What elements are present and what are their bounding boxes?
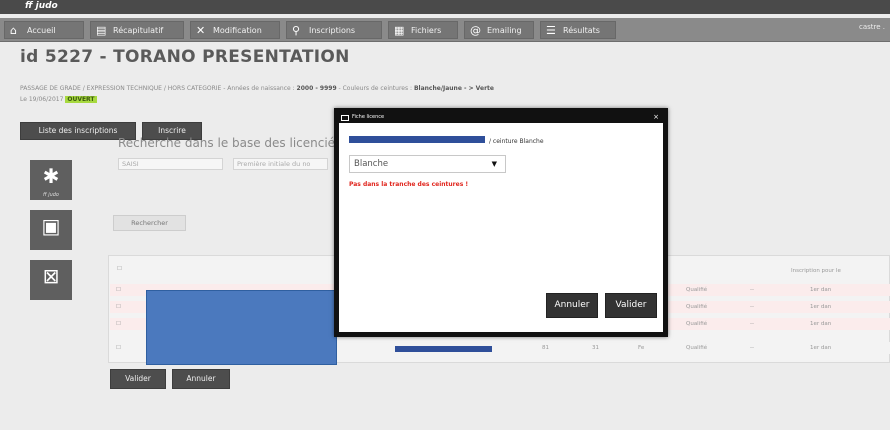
tile-caption: ff judo — [43, 192, 59, 198]
grid-header-inscription: Inscription pour le — [791, 268, 841, 274]
grid-checkbox[interactable]: ☐ — [117, 266, 122, 272]
dialog-validate-button[interactable]: Valider — [605, 293, 657, 318]
search-input-firstname[interactable]: Première initiale du no — [233, 158, 328, 170]
row-checkbox[interactable]: ☐ — [116, 321, 121, 327]
search-input-name[interactable]: SAISI — [118, 158, 223, 170]
close-icon[interactable]: × — [653, 113, 659, 122]
row-status[interactable]: Qualifié — [686, 345, 707, 351]
row-value-3: Fe — [638, 345, 645, 351]
row-grade: 1er dan — [810, 304, 832, 310]
nav-label: Inscriptions — [309, 26, 356, 35]
redaction-box — [146, 290, 337, 365]
row-checkbox[interactable]: ☐ — [116, 287, 121, 293]
row-status[interactable]: Qualifié — [686, 287, 707, 293]
files-icon: ▦ — [394, 24, 405, 37]
brand-logo: ff judo — [25, 1, 58, 11]
status-badge: OUVERT — [65, 96, 97, 103]
belt-warning: Pas dans la tranche des ceintures ! — [349, 181, 469, 188]
results-icon: ☰ — [546, 24, 556, 37]
dropdown-caret-icon: ▼ — [491, 160, 497, 168]
nav-label: Accueil — [27, 26, 56, 35]
row-grade: 1er dan — [810, 321, 832, 327]
dialog-cancel-button[interactable]: Annuler — [546, 293, 598, 318]
nav-label: Fichiers — [411, 26, 442, 35]
nav-fichiers[interactable]: ▦ Fichiers — [388, 21, 458, 39]
dialog-licencee-text: / ceinture Blanche — [489, 138, 544, 145]
judo-logo-icon: ✱ — [42, 164, 60, 188]
grid-validate-button[interactable]: Valider — [110, 369, 166, 389]
page-title: id 5227 - TORANO PRESENTATION — [20, 47, 350, 67]
redaction-box — [395, 346, 492, 352]
nav-label: Modification — [213, 26, 262, 35]
search-button[interactable]: Rechercher — [113, 215, 186, 231]
nav-recapitulatif[interactable]: ▤ Récapitulatif — [90, 21, 184, 39]
judo-logo-tile[interactable]: ✱ ff judo — [30, 160, 72, 200]
redaction-box — [349, 136, 485, 143]
subtitle-mid: - Couleurs de ceintures : — [338, 85, 413, 92]
event-date-line: Le 19/06/2017 OUVERT — [20, 96, 97, 103]
people-icon: ⚲ — [292, 24, 301, 37]
row-grade: 1er dan — [810, 345, 832, 351]
row-grade: 1er dan — [810, 287, 832, 293]
search-title: Recherche dans le base des licencié — [118, 136, 336, 150]
top-bar: ff judo — [0, 0, 890, 14]
row-select[interactable]: -- — [750, 287, 754, 293]
photo-icon: ▣ — [41, 214, 61, 238]
event-date: Le 19/06/2017 — [20, 96, 64, 103]
dialog-header: Fiche licence × — [339, 113, 663, 123]
user-name[interactable]: castre . — [859, 23, 885, 31]
row-value-2: 31 — [592, 345, 599, 351]
document-icon: ▤ — [96, 24, 107, 37]
dialog-title: Fiche licence — [352, 114, 385, 120]
nav-label: Récapitulatif — [113, 26, 164, 35]
row-checkbox[interactable]: ☐ — [116, 345, 121, 351]
row-value-1: 81 — [542, 345, 549, 351]
at-icon: @ — [470, 24, 481, 37]
excel-export-tile[interactable]: ⊠ — [30, 260, 72, 300]
home-icon: ⌂ — [10, 24, 17, 37]
nav-emailing[interactable]: @ Emailing — [464, 21, 534, 39]
licence-dialog: Fiche licence × / ceinture Blanche Blanc… — [334, 108, 668, 337]
row-select[interactable]: -- — [750, 321, 754, 327]
excel-icon: ⊠ — [42, 264, 60, 288]
row-status[interactable]: Qualifié — [686, 304, 707, 310]
photo-tile[interactable]: ▣ — [30, 210, 72, 250]
grid-cancel-button[interactable]: Annuler — [172, 369, 230, 389]
row-select[interactable]: -- — [750, 304, 754, 310]
nav-accueil[interactable]: ⌂ Accueil — [4, 21, 84, 39]
belt-select-value: Blanche — [354, 159, 389, 169]
subtitle-prefix: PASSAGE DE GRADE / EXPRESSION TECHNIQUE … — [20, 85, 295, 92]
nav-label: Emailing — [487, 26, 522, 35]
nav-inscriptions[interactable]: ⚲ Inscriptions — [286, 21, 382, 39]
nav-modification[interactable]: ✕ Modification — [190, 21, 280, 39]
event-subtitle: PASSAGE DE GRADE / EXPRESSION TECHNIQUE … — [20, 85, 494, 92]
row-select[interactable]: -- — [750, 345, 754, 351]
row-checkbox[interactable]: ☐ — [116, 304, 121, 310]
birth-years: 2000 - 9999 — [296, 85, 337, 92]
window-icon — [341, 115, 349, 121]
tools-icon: ✕ — [196, 24, 206, 37]
nav-label: Résultats — [563, 26, 600, 35]
belt-colors: Blanche/Jaune - > Verte — [413, 85, 494, 92]
belt-select[interactable]: Blanche ▼ — [349, 155, 506, 173]
nav-resultats[interactable]: ☰ Résultats — [540, 21, 616, 39]
main-nav: ⌂ Accueil ▤ Récapitulatif ✕ Modification… — [0, 18, 890, 42]
row-status[interactable]: Qualifié — [686, 321, 707, 327]
